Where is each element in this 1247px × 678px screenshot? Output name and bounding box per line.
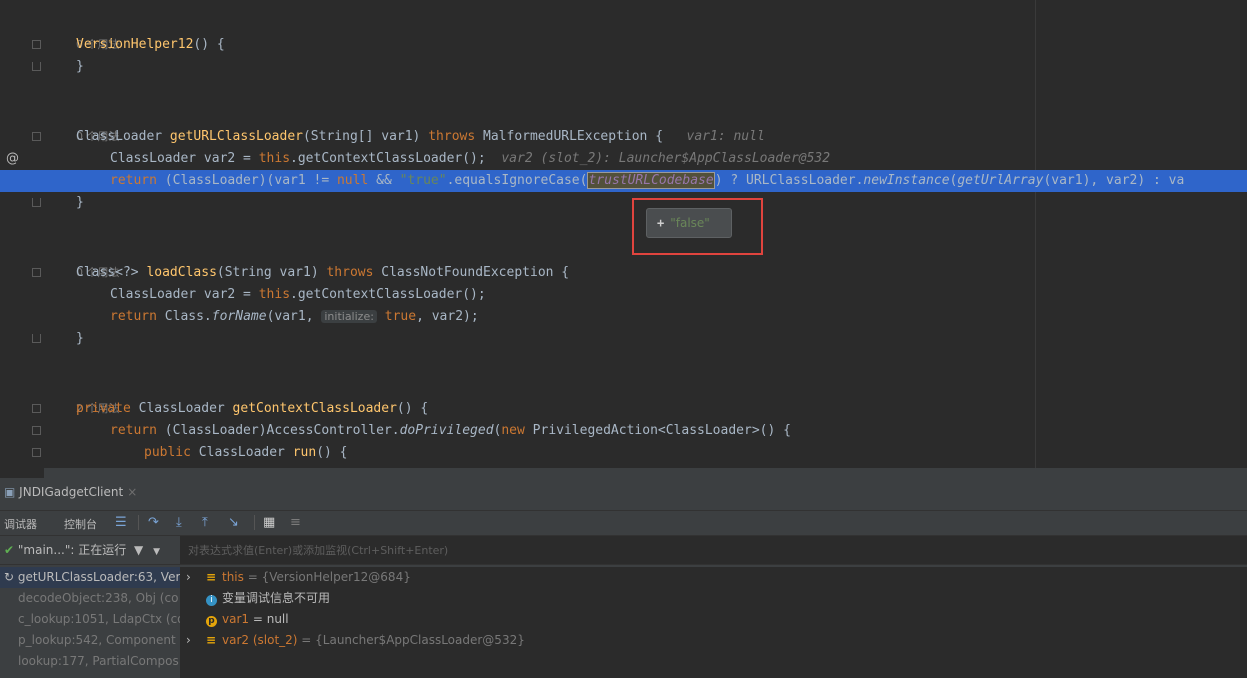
code-line[interactable]: ClassLoader var2 = this.getContextClassL…	[0, 148, 1247, 170]
run-to-cursor-icon[interactable]: ↘	[228, 515, 239, 530]
settings-lines-icon[interactable]: ≡	[290, 515, 301, 530]
code-line[interactable]: return Class.forName(var1, initialize: t…	[0, 306, 1247, 328]
code-editor[interactable]: 0 个用法 VersionHelper12() { } 0 个用法 @ Clas…	[0, 0, 1247, 478]
variable-info: i 变量调试信息不可用	[180, 588, 1247, 609]
code-line[interactable]: return (ClassLoader)AccessController.doP…	[0, 420, 1247, 442]
code-line[interactable]: @ ClassLoader getURLClassLoader(String[]…	[0, 126, 1247, 166]
frame-item[interactable]: decodeObject:238, Obj (co	[0, 588, 180, 609]
tooltip-value: "false"	[670, 216, 710, 230]
inline-debug-value: var1: null	[686, 129, 765, 144]
chevron-down-icon[interactable]: ▼	[153, 547, 160, 557]
evaluate-expression-input[interactable]: 对表达式求值(Enter)或添加监视(Ctrl+Shift+Enter)	[188, 542, 448, 558]
fold-icon[interactable]	[32, 132, 41, 141]
frame-item[interactable]: ↻ getURLClassLoader:63, Vers	[0, 567, 180, 588]
variable-var1[interactable]: p var1 = null	[180, 609, 1247, 630]
code-line[interactable]: }	[0, 56, 1247, 78]
table-view-icon[interactable]: ▦	[263, 515, 275, 530]
code-line[interactable]: private ClassLoader getContextClassLoade…	[0, 398, 1247, 420]
fold-icon[interactable]	[32, 426, 41, 435]
parameter-inlay-hint: initialize:	[321, 310, 377, 323]
object-icon: ≡	[206, 633, 217, 647]
fold-icon[interactable]	[32, 448, 41, 457]
variable-this[interactable]: › ≡ this = {VersionHelper12@684}	[180, 567, 1247, 588]
fold-end-icon[interactable]	[32, 62, 41, 71]
info-icon: i	[206, 595, 217, 606]
frame-item[interactable]: lookup:177, PartialCompos	[0, 651, 180, 672]
code-line[interactable]: VersionHelper12() {	[0, 34, 1247, 56]
debug-panel: ▣ JNDIGadgetClient × 调试器 控制台 ☰ ↷ ⤓ ⤒ ↘ ▦ …	[0, 478, 1247, 678]
frame-item[interactable]: p_lookup:542, Component	[0, 630, 180, 651]
chevron-right-icon[interactable]: ›	[186, 630, 191, 651]
code-line[interactable]: public ClassLoader run() {	[0, 442, 1247, 464]
code-line[interactable]: }	[0, 192, 1247, 214]
current-execution-line[interactable]: return (ClassLoader)(var1 != null && "tr…	[0, 170, 1247, 192]
variables-tree: › ≡ this = {VersionHelper12@684} i 变量调试信…	[180, 567, 1247, 678]
value-tooltip[interactable]: + "false"	[646, 208, 732, 238]
chevron-right-icon[interactable]: ›	[186, 567, 191, 588]
filter-icon[interactable]: ▼	[134, 543, 143, 557]
close-icon[interactable]: ×	[127, 485, 137, 499]
code-line[interactable]: ClassLoader var2 = this.getContextClassL…	[0, 284, 1247, 306]
code-line[interactable]: }	[0, 328, 1247, 350]
fold-icon[interactable]	[32, 40, 41, 49]
check-icon: ✔	[4, 543, 15, 557]
evaluated-field[interactable]: trustURLCodebase	[587, 172, 715, 189]
fold-end-icon[interactable]	[32, 334, 41, 343]
fold-icon[interactable]	[32, 268, 41, 277]
code-line[interactable]: Class<?> loadClass(String var1) throws C…	[0, 262, 1247, 284]
step-into-icon[interactable]: ⤓	[176, 515, 182, 530]
step-over-icon[interactable]: ↷	[148, 515, 159, 530]
tab-run-config[interactable]: ▣ JNDIGadgetClient ×	[4, 485, 137, 499]
tab-console[interactable]: 控制台	[64, 516, 97, 532]
variable-var2[interactable]: › ≡ var2 (slot_2) = {Launcher$AppClassLo…	[180, 630, 1247, 651]
frame-item[interactable]: c_lookup:1051, LdapCtx (co	[0, 609, 180, 630]
menu-icon[interactable]: ☰	[115, 515, 127, 530]
step-out-icon[interactable]: ⤒	[202, 515, 208, 530]
thread-selector[interactable]: ✔ "main...": 正在运行 ▼ ▼	[0, 536, 180, 564]
fold-icon[interactable]	[32, 404, 41, 413]
fold-end-icon[interactable]	[32, 198, 41, 207]
inline-debug-value: var2 (slot_2): Launcher$AppClassLoader@5…	[501, 151, 831, 166]
expand-plus-icon[interactable]: +	[657, 216, 664, 230]
tab-debugger[interactable]: 调试器	[4, 516, 37, 532]
window-icon: ▣	[4, 485, 16, 499]
object-icon: ≡	[206, 570, 217, 584]
current-frame-icon: ↻	[4, 570, 15, 584]
frames-list: ↻ getURLClassLoader:63, Vers decodeObjec…	[0, 567, 180, 678]
param-icon: p	[206, 616, 217, 627]
horizontal-scrollbar[interactable]	[44, 468, 1247, 478]
